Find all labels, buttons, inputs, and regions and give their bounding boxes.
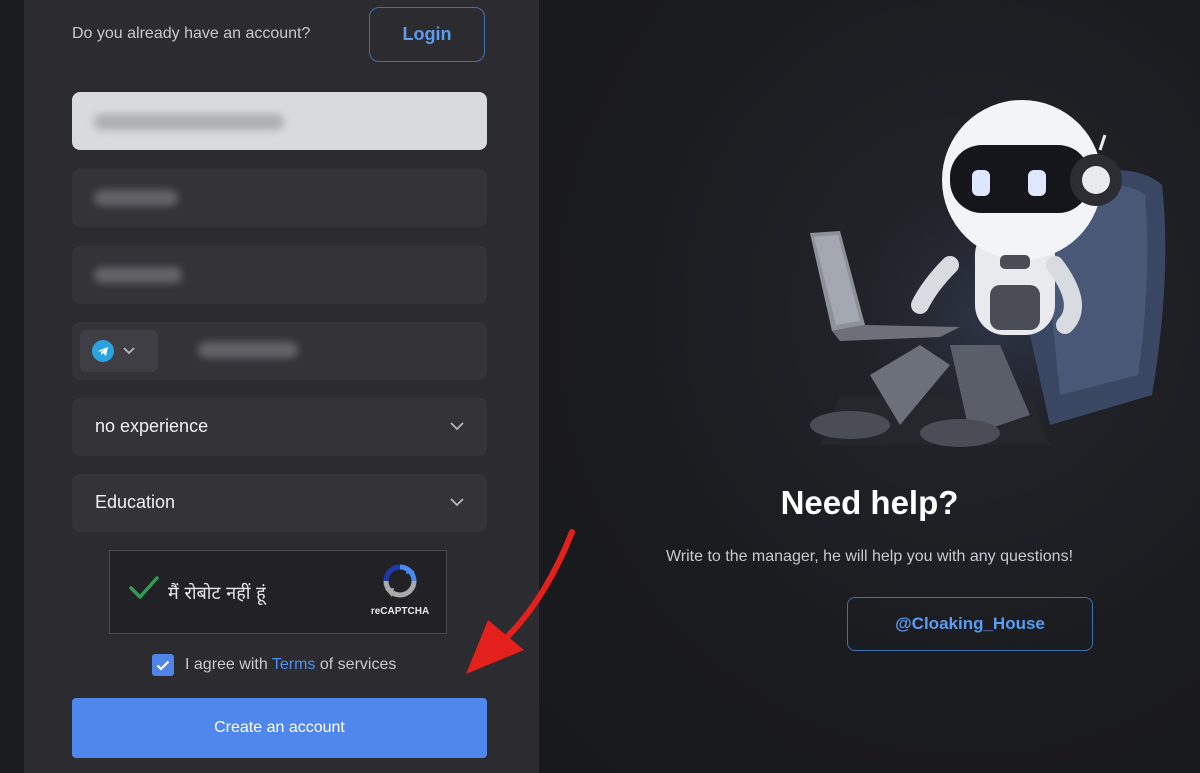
create-account-button[interactable]: Create an account: [72, 698, 487, 758]
help-text: Write to the manager, he will help you w…: [665, 548, 1074, 565]
recaptcha-label: मैं रोबोट नहीं हूं: [168, 583, 266, 604]
email-field[interactable]: [72, 169, 487, 227]
contact-manager-button[interactable]: @Cloaking_House: [847, 597, 1093, 651]
checkmark-icon: [128, 575, 160, 606]
recaptcha-brand: reCAPTCHA: [370, 606, 430, 617]
name-field[interactable]: [72, 92, 487, 150]
chevron-down-icon: [449, 494, 465, 512]
terms-link[interactable]: Terms: [272, 656, 316, 673]
redacted-text: [94, 190, 178, 206]
page-edge: [0, 0, 24, 773]
recaptcha-icon: [383, 564, 417, 598]
category-select-value: Education: [95, 492, 176, 512]
recaptcha-widget[interactable]: मैं रोबोट नहीं हूं reCAPTCHA: [109, 550, 447, 634]
robot-illustration: [810, 100, 1170, 455]
chevron-down-icon: [449, 418, 465, 436]
agree-text-suffix: of services: [319, 656, 397, 673]
password-field[interactable]: [72, 246, 487, 304]
messenger-field[interactable]: [72, 322, 487, 380]
experience-select-value: no experience: [95, 416, 209, 436]
terms-checkbox[interactable]: [152, 654, 174, 676]
help-title: Need help?: [780, 484, 959, 521]
login-question: Do you already have an account?: [72, 25, 311, 42]
recaptcha-logo: reCAPTCHA: [368, 563, 432, 617]
check-icon: [156, 660, 170, 671]
redacted-text: [94, 267, 182, 283]
redacted-text: [94, 114, 284, 130]
agree-text: I agree with: [185, 656, 268, 673]
experience-select[interactable]: no experience: [72, 398, 487, 456]
chevron-down-icon: [122, 342, 136, 360]
telegram-icon: [92, 340, 114, 362]
messenger-selector[interactable]: [80, 330, 158, 372]
terms-agreement: I agree with Terms of services: [152, 654, 396, 676]
category-select[interactable]: Education: [72, 474, 487, 532]
login-button[interactable]: Login: [369, 7, 485, 62]
redacted-text: [198, 342, 298, 358]
